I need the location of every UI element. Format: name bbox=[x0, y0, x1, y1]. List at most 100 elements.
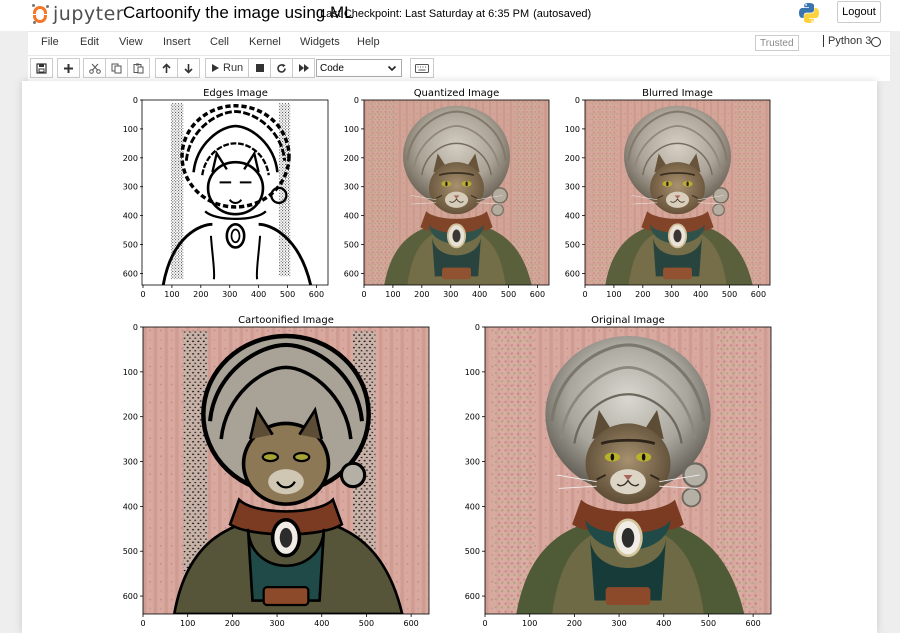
python-logo-icon bbox=[799, 3, 819, 23]
blurred-image-xtick-label: 200 bbox=[635, 290, 650, 299]
logout-button[interactable]: Logout bbox=[837, 1, 881, 23]
cell-type-select[interactable]: Code bbox=[316, 59, 402, 77]
run-button[interactable]: Run bbox=[205, 58, 250, 78]
run-label: Run bbox=[223, 62, 244, 74]
paste-button[interactable] bbox=[127, 58, 150, 78]
fast-forward-icon bbox=[298, 64, 309, 72]
command-palette-button[interactable] bbox=[410, 58, 434, 78]
menu-insert[interactable]: Insert bbox=[163, 36, 191, 48]
save-button[interactable] bbox=[30, 58, 53, 78]
quantized-image-xtick-label: 100 bbox=[385, 290, 400, 299]
quantized-image-xtick-label: 500 bbox=[501, 290, 516, 299]
blurred-image-subplot bbox=[584, 99, 771, 286]
blurred-image-ytick-label: 600 bbox=[565, 269, 580, 278]
cartoonified-image-xtick-label: 300 bbox=[269, 619, 284, 628]
original-image-ytick-label: 100 bbox=[465, 368, 480, 377]
checkpoint-status: Last Checkpoint: Last Saturday at 6:35 P… bbox=[320, 8, 591, 20]
original-image-subplot bbox=[484, 326, 772, 615]
cartoonified-image-ytick-label: 300 bbox=[123, 458, 138, 467]
cartoonified-image-ytick-label: 500 bbox=[123, 547, 138, 556]
notebook-container: Edges Image 0 100 200 300 400 500 600 0 100 200 300… bbox=[22, 81, 877, 633]
blurred-image-xtick-label: 600 bbox=[751, 290, 766, 299]
original-image-xtick-label: 400 bbox=[656, 619, 671, 628]
original-image-title: Original Image bbox=[591, 315, 665, 326]
quantized-image-xtick-label: 600 bbox=[530, 290, 545, 299]
quantized-image-ytick-label: 300 bbox=[344, 183, 359, 192]
cartoonified-image-subplot bbox=[142, 326, 430, 615]
kernel-idle-icon bbox=[871, 37, 881, 47]
edges-image-xtick-label: 0 bbox=[140, 290, 145, 299]
original-image-xtick-label: 0 bbox=[482, 619, 487, 628]
restart-run-all-button[interactable] bbox=[292, 58, 316, 78]
cartoonified-image-ytick-label: 600 bbox=[123, 592, 138, 601]
original-image-xtick-label: 600 bbox=[745, 619, 760, 628]
blurred-image-ytick-label: 100 bbox=[565, 125, 580, 134]
edges-image-xtick-label: 600 bbox=[309, 290, 324, 299]
kernel-name: Python 3 bbox=[823, 35, 871, 47]
quantized-image-xtick-label: 300 bbox=[443, 290, 458, 299]
original-image-ytick-label: 200 bbox=[465, 413, 480, 422]
original-image-xtick-label: 100 bbox=[522, 619, 537, 628]
autosave-status: (autosaved) bbox=[533, 8, 592, 20]
trusted-badge[interactable]: Trusted bbox=[755, 35, 799, 51]
original-image-ytick-label: 600 bbox=[465, 592, 480, 601]
edges-image-xtick-label: 100 bbox=[164, 290, 179, 299]
plus-icon bbox=[64, 63, 73, 73]
arrow-down-icon bbox=[184, 63, 193, 74]
notebook-site[interactable]: Edges Image 0 100 200 300 400 500 600 0 100 200 300… bbox=[0, 81, 900, 633]
cartoonified-image-ytick-label: 400 bbox=[123, 502, 138, 511]
menu-kernel[interactable]: Kernel bbox=[249, 36, 281, 48]
interrupt-button[interactable] bbox=[248, 58, 272, 78]
move-down-button[interactable] bbox=[177, 58, 200, 78]
original-image-xtick-label: 300 bbox=[611, 619, 626, 628]
restart-button[interactable] bbox=[270, 58, 294, 78]
quantized-image-ytick-label: 0 bbox=[354, 96, 359, 105]
quantized-image-title: Quantized Image bbox=[414, 88, 500, 99]
edges-image-title: Edges Image bbox=[203, 88, 268, 99]
save-icon bbox=[36, 62, 47, 74]
cartoonified-image-xtick-label: 200 bbox=[225, 619, 240, 628]
blurred-image-xtick-label: 100 bbox=[606, 290, 621, 299]
blurred-image-xtick-label: 400 bbox=[693, 290, 708, 299]
menu-edit[interactable]: Edit bbox=[80, 36, 99, 48]
edges-image-ytick-label: 600 bbox=[123, 269, 138, 278]
menu-file[interactable]: File bbox=[41, 36, 59, 48]
original-image-ytick-label: 500 bbox=[465, 547, 480, 556]
original-image-xtick-label: 200 bbox=[567, 619, 582, 628]
blurred-image-ytick-label: 300 bbox=[565, 183, 580, 192]
arrow-up-icon bbox=[162, 62, 171, 73]
edges-image-subplot bbox=[141, 99, 329, 286]
copy-button[interactable] bbox=[105, 58, 128, 78]
blurred-image-xtick-label: 0 bbox=[582, 290, 587, 299]
cell-type-value: Code bbox=[320, 62, 344, 74]
insert-cell-button[interactable] bbox=[57, 58, 80, 78]
jupyter-logo[interactable]: jupyter bbox=[32, 3, 124, 25]
toolbar: Run Code bbox=[28, 56, 890, 81]
menu-view[interactable]: View bbox=[119, 36, 143, 48]
quantized-image-xtick-label: 0 bbox=[361, 290, 366, 299]
cartoonified-image-ytick-label: 0 bbox=[133, 323, 138, 332]
quantized-image-ytick-label: 100 bbox=[344, 125, 359, 134]
menu-cell[interactable]: Cell bbox=[210, 36, 229, 48]
menubar: File Edit View Insert Cell Kernel Widget… bbox=[28, 31, 890, 56]
original-image-ytick-label: 400 bbox=[465, 502, 480, 511]
notebook-title[interactable]: Cartoonify the image using ML bbox=[123, 3, 354, 23]
menu-widgets[interactable]: Widgets bbox=[300, 36, 340, 48]
move-up-button[interactable] bbox=[155, 58, 178, 78]
header: jupyter Cartoonify the image using ML La… bbox=[0, 0, 900, 31]
blurred-image-xtick-label: 300 bbox=[664, 290, 679, 299]
edges-image-xtick-label: 200 bbox=[193, 290, 208, 299]
quantized-image-ytick-label: 600 bbox=[344, 269, 359, 278]
original-image-xtick-label: 500 bbox=[701, 619, 716, 628]
quantized-image-ytick-label: 200 bbox=[344, 154, 359, 163]
blurred-image-ytick-label: 0 bbox=[575, 96, 580, 105]
blurred-image-title: Blurred Image bbox=[642, 88, 713, 99]
cartoonified-image-xtick-label: 600 bbox=[403, 619, 418, 628]
menu-help[interactable]: Help bbox=[357, 36, 380, 48]
cartoonified-image-xtick-label: 500 bbox=[359, 619, 374, 628]
output-figure: Edges Image 0 100 200 300 400 500 600 0 100 200 300… bbox=[123, 88, 772, 628]
edges-image-ytick-label: 0 bbox=[133, 96, 138, 105]
cut-button[interactable] bbox=[83, 58, 106, 78]
copy-icon bbox=[111, 63, 122, 73]
paste-icon bbox=[133, 63, 144, 73]
